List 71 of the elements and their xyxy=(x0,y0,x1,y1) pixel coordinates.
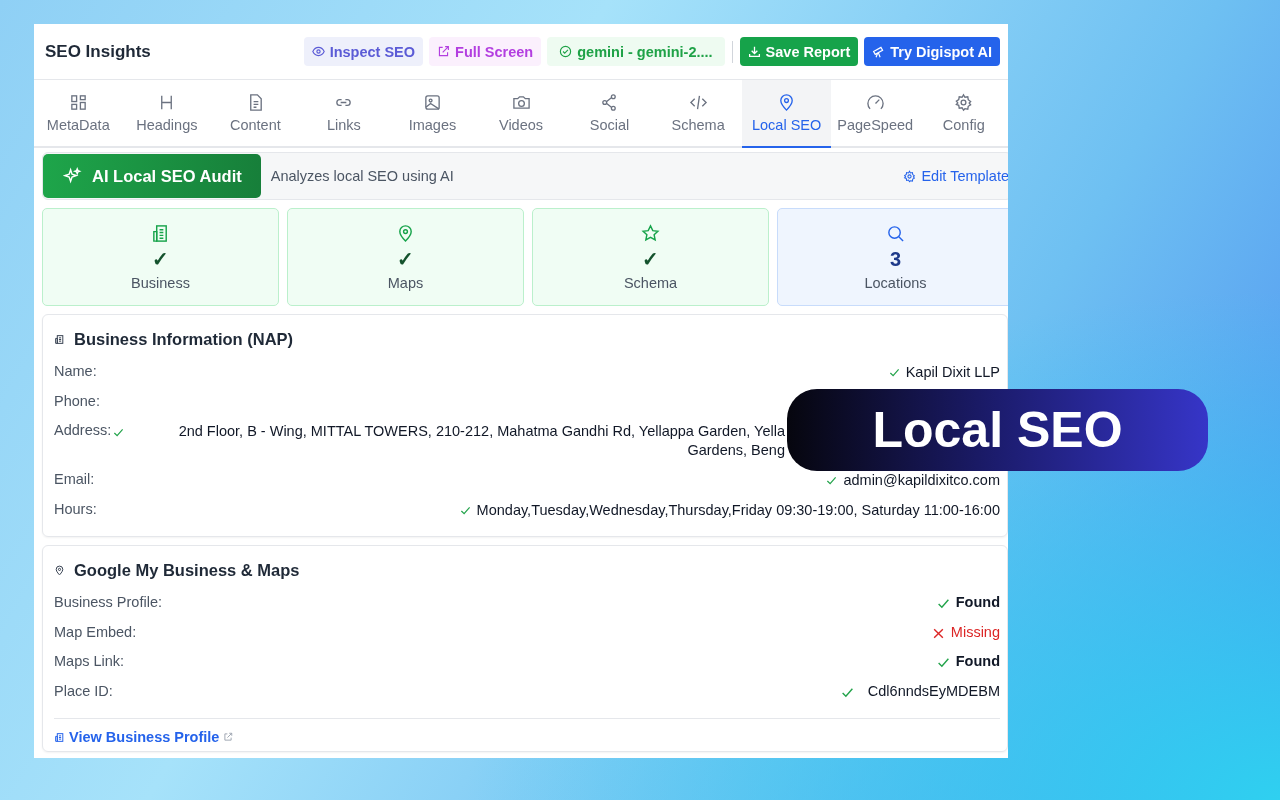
stat-label: Maps xyxy=(387,274,424,291)
app-title: SEO Insights xyxy=(45,41,151,62)
field-label: Business Profile: xyxy=(54,594,162,610)
stat-value: 3 xyxy=(889,248,902,269)
field-value: Gardens, Beng xyxy=(687,441,785,460)
field-label: Name: xyxy=(54,363,97,379)
external-link-icon xyxy=(223,732,234,742)
edit-template-link[interactable]: Edit Template xyxy=(903,168,1008,184)
grid-icon xyxy=(68,93,88,112)
field-value: admin@kapildixitco.com xyxy=(843,471,1000,490)
status-value: Found xyxy=(955,594,1000,610)
tab[interactable]: Schema xyxy=(653,80,743,148)
gear-icon xyxy=(954,93,974,112)
tab[interactable]: Content xyxy=(211,80,300,148)
banner-title: Local SEO xyxy=(872,401,1123,459)
field-label: Place ID: xyxy=(54,682,113,699)
sparkles-icon xyxy=(63,166,82,186)
code-icon xyxy=(688,93,708,112)
field-label: Phone: xyxy=(54,392,100,409)
field-label: Email: xyxy=(54,471,95,487)
status-value: Cdl6nndsEyMDEBM xyxy=(867,682,1000,699)
ai-audit-button[interactable]: AI Local SEO Audit xyxy=(43,154,261,198)
tab[interactable]: Headings xyxy=(122,80,212,148)
star-icon xyxy=(641,223,660,243)
building-icon xyxy=(151,223,170,243)
status-value: Missing xyxy=(950,623,1000,640)
field-label: Map Embed: xyxy=(54,623,137,640)
section-title: Google My Business & Maps xyxy=(74,561,300,580)
field-label: Hours: xyxy=(54,500,97,517)
gear-icon xyxy=(903,169,917,183)
stat-value: ✓ xyxy=(642,248,659,269)
field-value: Monday,Tuesday,Wednesday,Thursday,Friday 09:30-19:00, Saturday 11:00-16:00 xyxy=(476,500,1000,520)
tab[interactable]: Videos xyxy=(476,80,566,148)
tab[interactable]: Local SEO xyxy=(742,80,831,148)
tab[interactable]: Config xyxy=(919,80,1008,148)
tab[interactable]: Social xyxy=(565,80,654,148)
tab[interactable]: Links xyxy=(299,80,389,148)
header-button[interactable]: Full Screen xyxy=(429,37,542,66)
tab[interactable]: PageSpeed xyxy=(830,80,920,148)
stat-value: ✓ xyxy=(397,248,414,269)
building-icon xyxy=(54,334,65,345)
external-link-icon xyxy=(437,45,451,58)
status-value: Found xyxy=(955,653,1000,669)
section-title: Business Information (NAP) xyxy=(74,330,294,349)
check-circle-icon xyxy=(559,45,573,58)
header-button[interactable]: Try Digispot AI xyxy=(864,37,1000,66)
stat-label: Schema xyxy=(623,274,678,291)
camera-icon xyxy=(511,93,531,112)
pin-icon xyxy=(54,565,65,576)
tab[interactable]: Images xyxy=(388,80,477,148)
search-icon xyxy=(886,223,905,243)
view-profile-link[interactable]: View Business Profile xyxy=(54,729,234,745)
pin-icon xyxy=(396,223,415,243)
field-value: Kapil Dixit LLP xyxy=(905,363,1000,382)
building-icon xyxy=(54,731,65,743)
eye-icon xyxy=(311,45,325,58)
image-icon xyxy=(422,93,442,112)
header-button[interactable]: Save Report xyxy=(739,37,859,66)
telescope-icon xyxy=(872,45,886,58)
audit-description: Analyzes local SEO using AI xyxy=(270,168,454,184)
gauge-icon xyxy=(865,93,885,112)
header-button[interactable]: gemini - gemini-2.... xyxy=(547,37,725,66)
download-icon xyxy=(747,45,761,58)
stat-label: Business xyxy=(131,274,190,291)
stat-label: Locations xyxy=(864,274,927,291)
field-value: 2nd Floor, B - Wing, MITTAL TOWERS, 210-212, Mahatma Gandhi Rd, Yellappa Garden, Yella xyxy=(178,422,785,441)
field-label: Address: xyxy=(54,422,112,438)
field-label: Maps Link: xyxy=(54,653,125,669)
tab[interactable]: MetaData xyxy=(34,80,123,148)
stat-value: ✓ xyxy=(152,248,169,269)
header-button[interactable]: Inspect SEO xyxy=(303,37,424,66)
